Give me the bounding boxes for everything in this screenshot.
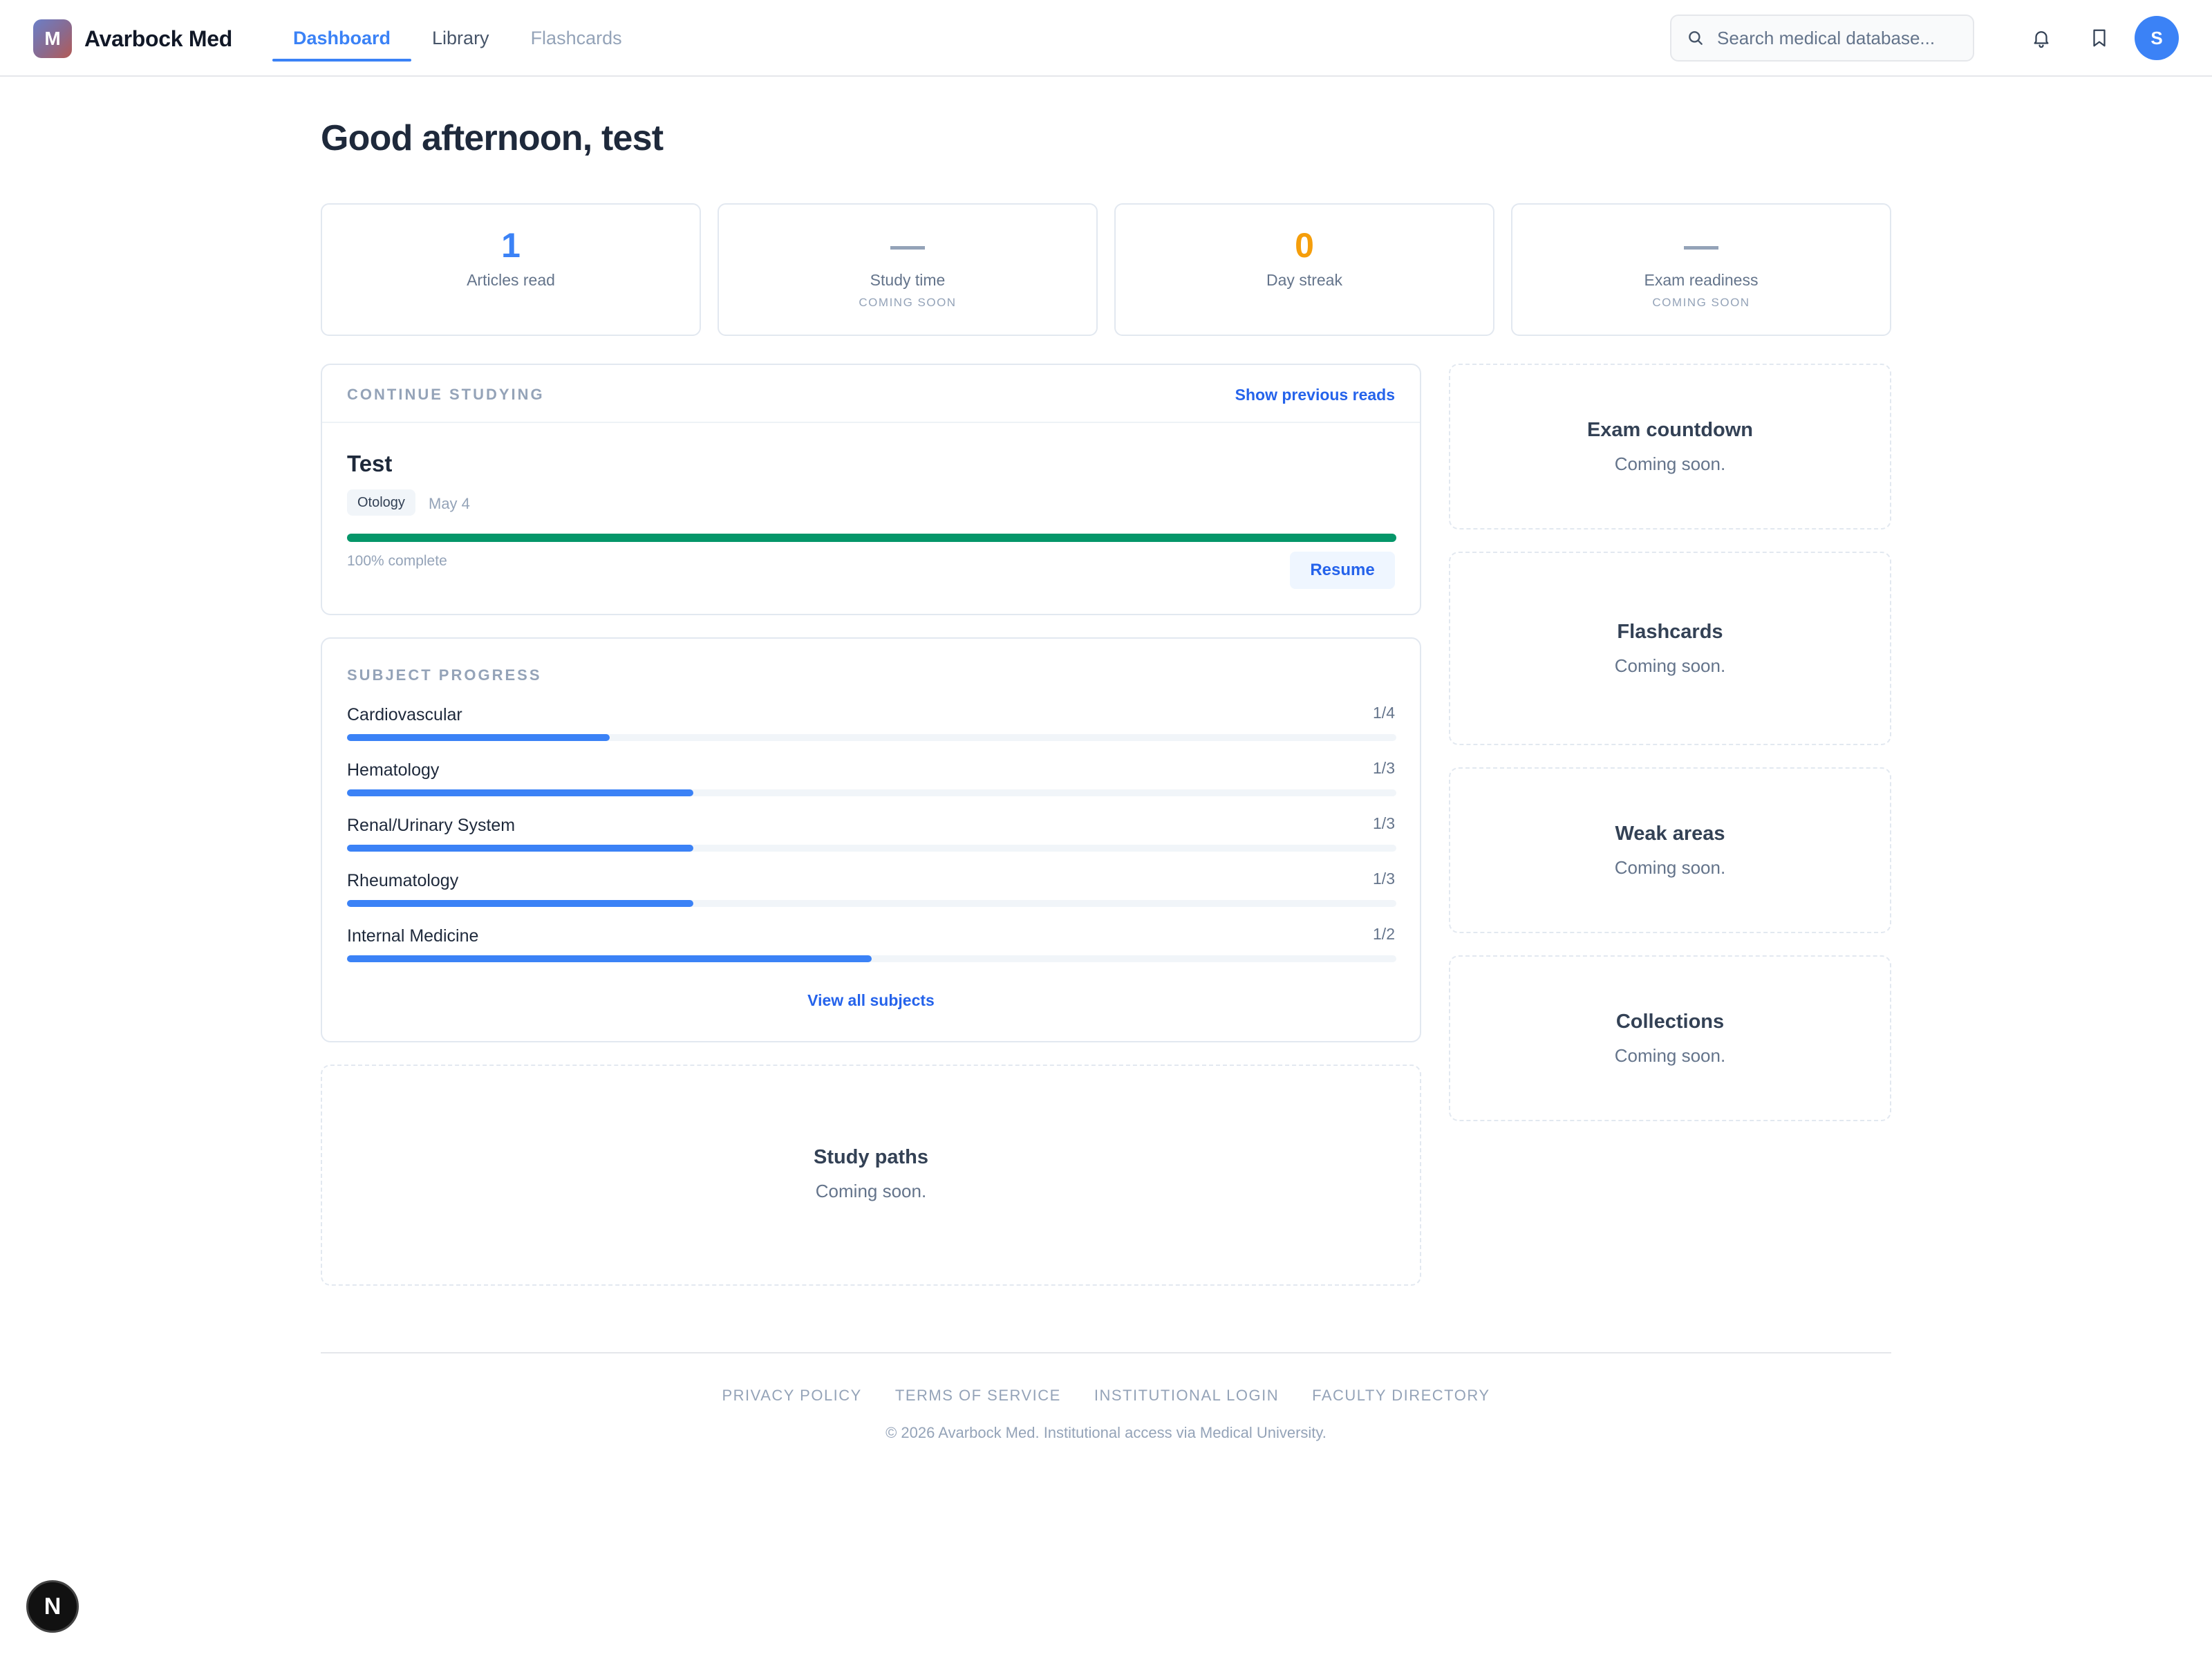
main-nav: Dashboard Library Flashcards xyxy=(272,0,643,77)
card-subtitle: Coming soon. xyxy=(1614,1045,1726,1066)
stat-value: — xyxy=(890,226,925,265)
subject-progress-bar xyxy=(347,845,1396,852)
exam-countdown-card: Exam countdown Coming soon. xyxy=(1449,364,1891,529)
brand[interactable]: M Avarbock Med xyxy=(33,19,232,58)
subject-progress-fill xyxy=(347,734,610,741)
weak-areas-card: Weak areas Coming soon. xyxy=(1449,767,1891,933)
card-title: Collections xyxy=(1615,1011,1725,1033)
tab-library[interactable]: Library xyxy=(411,0,510,77)
stat-value: 0 xyxy=(1295,226,1314,265)
section-label: CONTINUE STUDYING xyxy=(347,386,545,403)
stat-value: — xyxy=(1684,226,1718,265)
user-avatar[interactable]: S xyxy=(2135,16,2179,60)
flashcards-card: Flashcards Coming soon. xyxy=(1449,552,1891,745)
stat-card-study-time: — Study time COMING SOON xyxy=(718,203,1098,336)
subject-progress-fill xyxy=(347,955,872,962)
terms-of-service-link[interactable]: TERMS OF SERVICE xyxy=(895,1387,1061,1405)
last-read-date: May 4 xyxy=(429,495,470,512)
card-subtitle: Coming soon. xyxy=(1614,857,1726,878)
article-progress-bar xyxy=(347,534,1396,542)
subject-name[interactable]: Cardiovascular xyxy=(347,705,462,725)
footer-divider xyxy=(321,1352,1891,1353)
institutional-login-link[interactable]: INSTITUTIONAL LOGIN xyxy=(1094,1387,1279,1405)
stat-label: Exam readiness xyxy=(1644,271,1759,289)
card-subtitle: Coming soon. xyxy=(1614,655,1726,676)
bookmarks-button[interactable] xyxy=(2083,22,2115,54)
subject-name[interactable]: Hematology xyxy=(347,760,439,780)
subject-progress-fill xyxy=(347,845,693,852)
tab-dashboard[interactable]: Dashboard xyxy=(272,0,412,77)
stat-label: Day streak xyxy=(1266,271,1342,289)
notifications-button[interactable] xyxy=(2025,22,2057,54)
search-box[interactable] xyxy=(1670,15,1974,62)
article-title[interactable]: Test xyxy=(347,451,392,477)
subject-progress-bar xyxy=(347,955,1396,962)
show-previous-reads-link[interactable]: Show previous reads xyxy=(1235,386,1395,404)
progress-text: 100% complete xyxy=(347,553,447,569)
subject-count: 1/3 xyxy=(1373,870,1395,888)
subject-progress-card: SUBJECT PROGRESS Cardiovascular 1/4 Hemato… xyxy=(321,637,1421,1042)
coming-soon-caption: COMING SOON xyxy=(1652,296,1750,309)
subject-progress-fill xyxy=(347,789,693,796)
subject-count: 1/3 xyxy=(1373,759,1395,777)
card-title: Exam countdown xyxy=(1586,419,1754,441)
stat-card-exam-readiness: — Exam readiness COMING SOON xyxy=(1511,203,1891,336)
card-title: Flashcards xyxy=(1617,621,1723,643)
bell-icon xyxy=(2034,31,2049,48)
stat-label: Study time xyxy=(870,271,946,289)
subject-count: 1/3 xyxy=(1373,814,1395,832)
stat-value: 1 xyxy=(501,226,521,265)
subject-progress-fill xyxy=(347,900,693,907)
app-logo: M xyxy=(33,19,72,58)
top-navigation-bar: M Avarbock Med Dashboard Library Flashca… xyxy=(0,0,2212,77)
subject-name[interactable]: Renal/Urinary System xyxy=(347,816,515,836)
collections-card: Collections Coming soon. xyxy=(1449,955,1891,1121)
article-progress-fill xyxy=(347,534,1396,542)
footer-links: PRIVACY POLICY TERMS OF SERVICE INSTITUT… xyxy=(0,1387,2212,1405)
card-title: Study paths xyxy=(814,1146,928,1168)
bookmark-icon xyxy=(2093,29,2106,47)
subject-count: 1/2 xyxy=(1373,925,1395,943)
dev-tools-badge[interactable]: N xyxy=(26,1580,79,1633)
coming-soon-caption: COMING SOON xyxy=(859,296,957,309)
divider xyxy=(322,422,1420,423)
greeting-heading: Good afternoon, test xyxy=(321,118,664,158)
app-name: Avarbock Med xyxy=(84,26,232,51)
subject-progress-bar xyxy=(347,900,1396,907)
card-subtitle: Coming soon. xyxy=(1614,453,1726,474)
continue-studying-card: CONTINUE STUDYING Show previous reads Te… xyxy=(321,364,1421,615)
tab-flashcards[interactable]: Flashcards xyxy=(510,0,643,77)
card-title: Weak areas xyxy=(1615,823,1725,845)
subject-tag: Otology xyxy=(347,489,415,516)
subject-name[interactable]: Internal Medicine xyxy=(347,926,478,946)
stat-card-day-streak: 0 Day streak xyxy=(1114,203,1494,336)
section-label: SUBJECT PROGRESS xyxy=(347,666,542,684)
stat-label: Articles read xyxy=(467,271,555,289)
subject-progress-bar xyxy=(347,789,1396,796)
subject-count: 1/4 xyxy=(1373,704,1395,722)
resume-button[interactable]: Resume xyxy=(1290,552,1395,589)
subject-name[interactable]: Rheumatology xyxy=(347,871,458,891)
search-icon xyxy=(1689,31,1703,45)
study-paths-card: Study paths Coming soon. xyxy=(321,1065,1421,1286)
search-input[interactable] xyxy=(1717,27,1966,49)
privacy-policy-link[interactable]: PRIVACY POLICY xyxy=(722,1387,862,1405)
card-subtitle: Coming soon. xyxy=(815,1181,927,1201)
view-all-subjects-link[interactable]: View all subjects xyxy=(322,991,1420,1010)
stat-card-articles-read: 1 Articles read xyxy=(321,203,701,336)
copyright-text: © 2026 Avarbock Med. Institutional acces… xyxy=(885,1424,1327,1441)
faculty-directory-link[interactable]: FACULTY DIRECTORY xyxy=(1312,1387,1490,1405)
subject-progress-bar xyxy=(347,734,1396,741)
